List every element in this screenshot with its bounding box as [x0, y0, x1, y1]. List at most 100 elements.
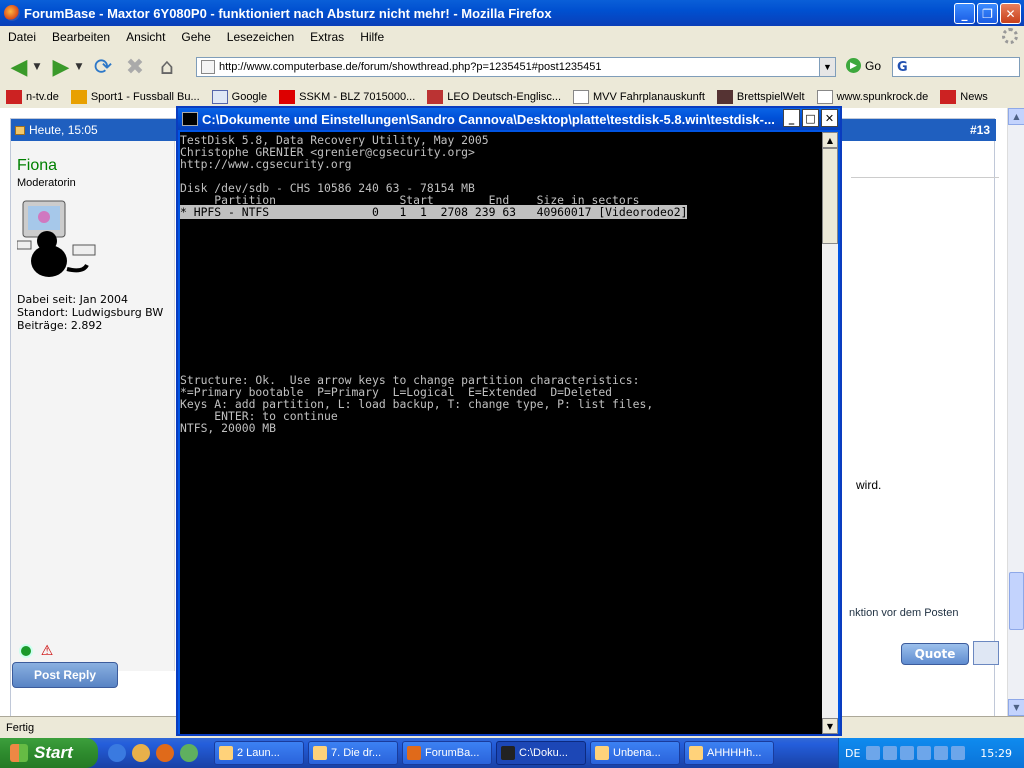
start-label: Start [34, 743, 73, 762]
page-scrollbar[interactable]: ▲ ▼ [1007, 108, 1024, 716]
page-icon [201, 60, 215, 74]
bookmark-label: News [960, 91, 988, 103]
bookmark-google[interactable]: Google [211, 90, 267, 104]
home-icon[interactable]: ⌂ [154, 54, 180, 80]
task-button[interactable]: 7. Die dr... [308, 741, 398, 765]
go-icon: ▶ [846, 58, 861, 73]
scroll-thumb[interactable] [1009, 572, 1024, 630]
tray-icon[interactable] [883, 746, 898, 760]
task-label: 2 Laun... [237, 747, 280, 759]
bookmark-sport1[interactable]: Sport1 - Fussball Bu... [70, 90, 200, 104]
back-arrow-icon[interactable]: ◀ [6, 54, 32, 80]
forward-arrow-icon[interactable]: ▶ [48, 54, 74, 80]
bookmark-icon [279, 90, 296, 104]
chevron-down-icon[interactable]: ▼ [32, 54, 42, 80]
task-button[interactable]: ForumBa... [402, 741, 492, 765]
bookmark-spunkrock[interactable]: www.spunkrock.de [816, 90, 928, 104]
window-controls: _ ❐ ✕ [954, 3, 1021, 24]
terminal-line: http://www.cgsecurity.org [180, 157, 352, 171]
quick-launch-folder-icon[interactable] [132, 744, 150, 762]
start-button[interactable]: Start [0, 738, 98, 768]
task-icon [595, 746, 609, 760]
task-icon [219, 746, 233, 760]
tray-icon[interactable] [866, 746, 881, 760]
online-status-icon [19, 644, 33, 658]
task-label: Unbena... [613, 747, 661, 759]
task-button[interactable]: AHHHHh... [684, 741, 774, 765]
tray-icon[interactable] [900, 746, 915, 760]
menu-datei[interactable]: Datei [0, 30, 44, 44]
bookmark-label: MVV Fahrplanauskunft [593, 91, 705, 103]
console-window[interactable]: C:\Dokumente und Einstellungen\Sandro Ca… [176, 106, 842, 736]
task-button[interactable]: 2 Laun... [214, 741, 304, 765]
report-warning-icon[interactable]: ⚠ [39, 643, 55, 659]
task-button[interactable]: Unbena... [590, 741, 680, 765]
restore-button[interactable]: ❐ [977, 3, 998, 24]
menu-bearbeiten[interactable]: Bearbeiten [44, 30, 118, 44]
quick-launch-ie-icon[interactable] [108, 744, 126, 762]
signature-link[interactable]: nktion vor dem Posten [849, 607, 958, 619]
menu-extras[interactable]: Extras [302, 30, 352, 44]
console-controls: _ □ ✕ [783, 109, 838, 127]
go-label: Go [865, 58, 882, 73]
quote-button[interactable]: Quote [901, 643, 969, 665]
task-label: 7. Die dr... [331, 747, 382, 759]
reload-icon[interactable]: ⟳ [90, 54, 116, 80]
bookmark-label: BrettspielWelt [736, 91, 805, 103]
quick-launch-firefox-icon[interactable] [156, 744, 174, 762]
bookmark-sskm[interactable]: SSKM - BLZ 7015000... [279, 90, 415, 104]
bookmark-icon [816, 90, 833, 104]
language-indicator[interactable]: DE [845, 747, 860, 760]
status-text: Fertig [6, 721, 35, 734]
tray-icon[interactable] [917, 746, 932, 760]
tray-icon[interactable] [951, 746, 966, 760]
bookmark-icon [211, 90, 228, 104]
post-icon [15, 125, 25, 135]
menu-gehe[interactable]: Gehe [173, 30, 218, 44]
console-titlebar[interactable]: C:\Dokumente und Einstellungen\Sandro Ca… [178, 108, 840, 130]
minimize-button[interactable]: _ [954, 3, 975, 24]
task-button-active[interactable]: C:\Doku... [496, 741, 586, 765]
console-output[interactable]: TestDisk 5.8, Data Recovery Utility, May… [180, 132, 822, 734]
bookmark-icon [70, 90, 87, 104]
bookmark-icon [573, 90, 590, 104]
post-text-fragment: wird. [856, 478, 882, 492]
console-minimize-button[interactable]: _ [783, 109, 800, 127]
console-maximize-button[interactable]: □ [802, 109, 819, 127]
bookmark-news[interactable]: News [940, 90, 988, 104]
url-dropdown-icon[interactable]: ▼ [819, 58, 835, 76]
bookmark-ntv[interactable]: n-tv.de [6, 90, 59, 104]
url-text[interactable]: http://www.computerbase.de/forum/showthr… [219, 61, 602, 73]
post-reply-button[interactable]: Post Reply [12, 662, 118, 688]
url-bar[interactable]: http://www.computerbase.de/forum/showthr… [196, 57, 836, 77]
quick-launch-media-icon[interactable] [180, 744, 198, 762]
cat-computer-avatar [17, 200, 96, 277]
tray-icon[interactable] [934, 746, 949, 760]
username-link[interactable]: Fiona [17, 157, 57, 175]
console-scroll-down-icon[interactable]: ▼ [822, 718, 838, 734]
quick-launch [108, 744, 198, 762]
console-scrollbar[interactable]: ▲ ▼ [822, 132, 838, 734]
post-number-link[interactable]: #13 [970, 123, 990, 137]
stop-icon[interactable]: ✖ [122, 54, 148, 80]
bookmark-icon [6, 90, 22, 104]
clock: 15:29 [980, 746, 1012, 760]
chevron-down-icon[interactable]: ▼ [74, 54, 84, 80]
bookmark-mvv[interactable]: MVV Fahrplanauskunft [573, 90, 705, 104]
console-close-button[interactable]: ✕ [821, 109, 838, 127]
go-button[interactable]: ▶ Go [846, 58, 881, 73]
scroll-down-arrow-icon[interactable]: ▼ [1008, 699, 1024, 716]
menu-lesezeichen[interactable]: Lesezeichen [219, 30, 302, 44]
edit-post-icon[interactable] [973, 641, 999, 665]
bookmark-leo[interactable]: LEO Deutsch-Englisc... [427, 90, 561, 104]
menu-ansicht[interactable]: Ansicht [118, 30, 173, 44]
menu-hilfe[interactable]: Hilfe [352, 30, 392, 44]
partition-row-selected[interactable]: * HPFS - NTFS 0 1 1 2708 239 63 40960017… [180, 205, 688, 219]
bookmark-brettspielwelt[interactable]: BrettspielWelt [716, 90, 805, 104]
scroll-up-arrow-icon[interactable]: ▲ [1008, 108, 1024, 125]
search-input[interactable]: G [892, 57, 1020, 77]
console-scroll-thumb[interactable] [822, 148, 838, 244]
task-label: C:\Doku... [519, 747, 568, 759]
console-scroll-up-icon[interactable]: ▲ [822, 132, 838, 148]
close-button[interactable]: ✕ [1000, 3, 1021, 24]
